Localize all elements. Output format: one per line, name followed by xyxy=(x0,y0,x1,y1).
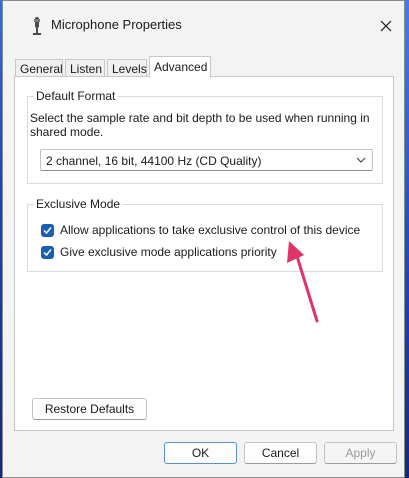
apply-button[interactable]: Apply xyxy=(324,442,397,464)
exclusive-priority-checkbox[interactable]: Give exclusive mode applications priorit… xyxy=(41,244,277,260)
checkbox-checked[interactable] xyxy=(41,223,54,237)
tab-general[interactable]: General xyxy=(15,59,63,77)
exclusive-mode-legend: Exclusive Mode xyxy=(34,197,123,211)
default-format-legend: Default Format xyxy=(34,89,118,103)
tab-advanced[interactable]: Advanced xyxy=(149,56,211,78)
allow-exclusive-control-label: Allow applications to take exclusive con… xyxy=(60,223,361,237)
default-format-select[interactable]: 2 channel, 16 bit, 44100 Hz (CD Quality) xyxy=(40,149,373,171)
chevron-down-icon xyxy=(356,157,366,163)
checkmark-icon xyxy=(43,226,52,234)
close-button[interactable] xyxy=(375,15,397,37)
default-format-value: 2 channel, 16 bit, 44100 Hz (CD Quality) xyxy=(46,154,262,168)
window-title: Microphone Properties xyxy=(51,17,182,32)
exclusive-mode-group: Exclusive Mode xyxy=(27,197,383,272)
cancel-button[interactable]: Cancel xyxy=(244,442,317,464)
properties-dialog: Microphone Properties General Listen Lev… xyxy=(2,0,405,478)
tab-listen[interactable]: Listen xyxy=(65,59,105,77)
title-bar[interactable]: Microphone Properties xyxy=(3,1,404,49)
tab-levels[interactable]: Levels xyxy=(107,59,147,77)
microphone-icon xyxy=(33,17,41,35)
checkmark-icon xyxy=(43,248,52,256)
default-format-description: Select the sample rate and bit depth to … xyxy=(30,111,370,139)
restore-defaults-button[interactable]: Restore Defaults xyxy=(32,398,147,420)
ok-button[interactable]: OK xyxy=(164,442,237,464)
exclusive-priority-label: Give exclusive mode applications priorit… xyxy=(60,245,277,259)
close-icon xyxy=(380,20,392,32)
checkbox-checked[interactable] xyxy=(41,245,54,259)
allow-exclusive-control-checkbox[interactable]: Allow applications to take exclusive con… xyxy=(41,222,360,238)
tab-strip: General Listen Levels Advanced xyxy=(15,56,395,78)
